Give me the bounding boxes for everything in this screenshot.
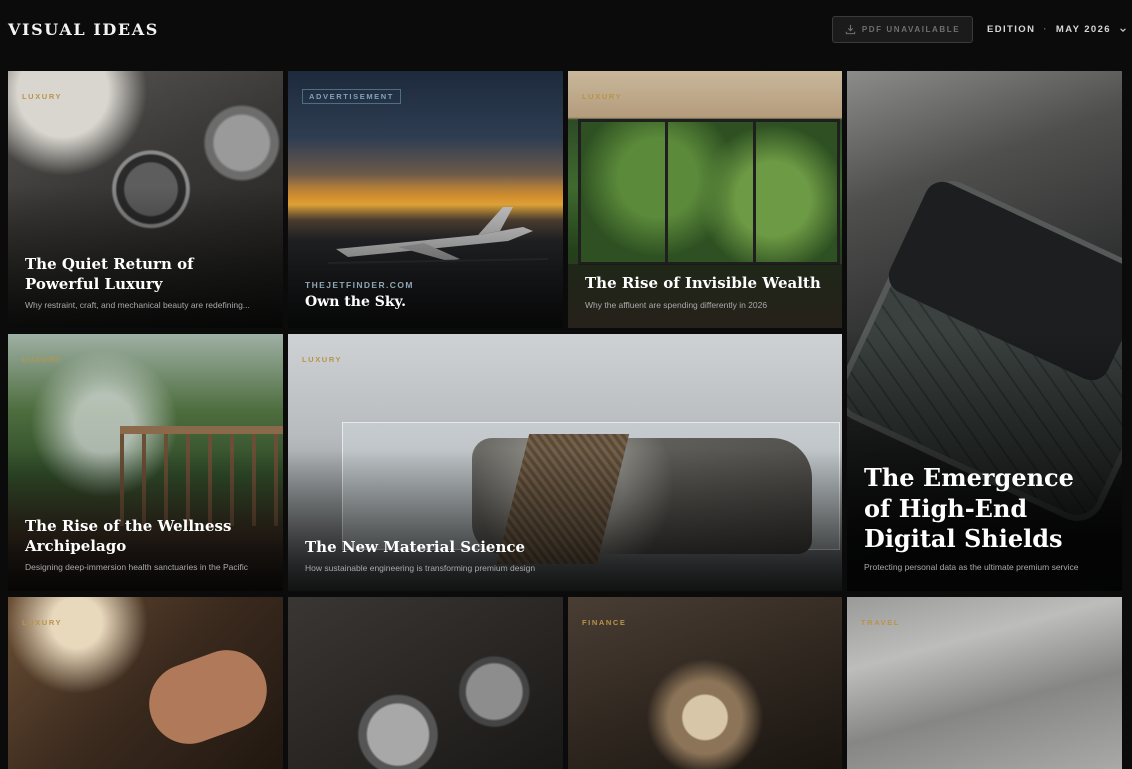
article-title[interactable]: The Quiet Return of Powerful Luxury bbox=[25, 255, 257, 294]
edition-value: MAY 2026 bbox=[1055, 24, 1111, 35]
edition-separator: · bbox=[1043, 24, 1048, 35]
article-title[interactable]: The Rise of Invisible Wealth bbox=[585, 274, 825, 294]
category-tag: LUXURY bbox=[22, 92, 63, 101]
article-subtitle: Designing deep-immersion health sanctuar… bbox=[25, 562, 249, 572]
article-subtitle: Protecting personal data as the ultimate… bbox=[864, 562, 1079, 572]
article-card-travel[interactable]: TRAVEL bbox=[847, 597, 1122, 769]
edition-selector[interactable]: EDITION · MAY 2026 bbox=[987, 24, 1127, 35]
article-card-craftsman[interactable]: LUXURY bbox=[8, 597, 283, 769]
article-subtitle: How sustainable engineering is transform… bbox=[305, 563, 536, 573]
category-tag: TRAVEL bbox=[861, 618, 901, 627]
brand-logo[interactable]: VISUAL IDEAS bbox=[8, 20, 159, 39]
category-tag: LUXURY bbox=[22, 618, 63, 627]
advertisement-card-jet[interactable]: ADVERTISEMENT THEJETFINDER.COM Own the S… bbox=[288, 71, 563, 328]
category-tag: LUXURY bbox=[582, 92, 623, 101]
top-bar: VISUAL IDEAS PDF UNAVAILABLE EDITION · M… bbox=[0, 0, 1132, 62]
category-tag: LUXURY bbox=[22, 355, 63, 364]
pdf-button-label: PDF UNAVAILABLE bbox=[861, 25, 961, 34]
article-card-invisible-wealth[interactable]: LUXURY The Rise of Invisible Wealth Why … bbox=[568, 71, 842, 328]
edition-label: EDITION bbox=[987, 24, 1036, 35]
article-card-digital-shields[interactable]: The Emergence of High-End Digital Shield… bbox=[847, 71, 1122, 591]
ad-headline[interactable]: Own the Sky. bbox=[305, 293, 406, 311]
category-tag: FINANCE bbox=[582, 618, 627, 627]
article-title[interactable]: The New Material Science bbox=[305, 538, 525, 558]
article-title[interactable]: The Rise of the Wellness Archipelago bbox=[25, 517, 245, 556]
window-illustration bbox=[578, 119, 840, 265]
article-subtitle: Why the affluent are spending differentl… bbox=[585, 300, 768, 310]
category-tag: LUXURY bbox=[302, 355, 343, 364]
article-title[interactable]: The Emergence of High-End Digital Shield… bbox=[864, 463, 1094, 555]
article-card-watch-movement[interactable] bbox=[288, 597, 563, 769]
article-card-wellness-archipelago[interactable]: LUXURY The Rise of the Wellness Archipel… bbox=[8, 334, 283, 591]
article-card-crystal[interactable]: FINANCE bbox=[568, 597, 842, 769]
article-card-quiet-luxury[interactable]: LUXURY The Quiet Return of Powerful Luxu… bbox=[8, 71, 283, 328]
advertisement-badge: ADVERTISEMENT bbox=[302, 89, 401, 104]
article-card-material-science[interactable]: LUXURY The New Material Science How sust… bbox=[288, 334, 842, 591]
sponsor-name[interactable]: THEJETFINDER.COM bbox=[305, 280, 414, 290]
download-icon bbox=[845, 24, 855, 35]
pdf-download-button[interactable]: PDF UNAVAILABLE bbox=[832, 16, 973, 43]
chevron-down-icon bbox=[1120, 27, 1126, 32]
article-subtitle: Why restraint, craft, and mechanical bea… bbox=[25, 300, 250, 310]
